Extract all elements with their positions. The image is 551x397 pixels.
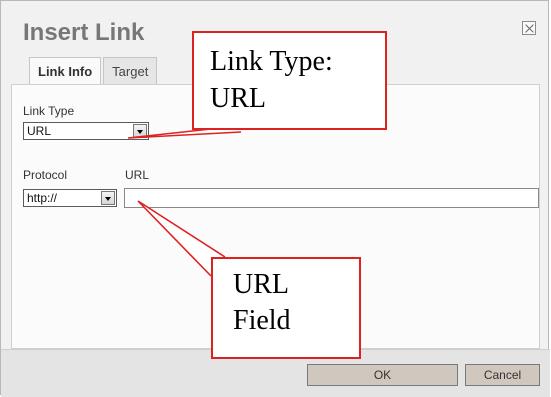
ok-button[interactable]: OK: [307, 364, 458, 386]
link-type-callout-text: Link Type: URL: [210, 46, 333, 114]
chevron-down-icon[interactable]: [101, 191, 115, 205]
protocol-value: http://: [27, 191, 58, 205]
link-type-value: URL: [27, 124, 52, 138]
chevron-down-icon[interactable]: [133, 124, 147, 138]
protocol-select[interactable]: http://: [23, 189, 117, 207]
cancel-button[interactable]: Cancel: [465, 364, 540, 386]
link-type-label: Link Type: [23, 104, 75, 118]
url-field-callout-text: URL Field: [233, 269, 291, 336]
tab-target[interactable]: Target: [103, 57, 158, 85]
link-type-callout: Link Type: URL: [192, 31, 387, 130]
close-icon[interactable]: [522, 21, 536, 35]
tab-link-info[interactable]: Link Info: [29, 57, 102, 85]
url-input[interactable]: [124, 188, 539, 208]
dialog-title: Insert Link: [23, 19, 145, 46]
protocol-label: Protocol: [23, 168, 68, 182]
dialog-tabs: Link Info Target: [29, 57, 159, 85]
url-field-callout: URL Field: [211, 257, 361, 359]
link-type-select[interactable]: URL: [23, 122, 149, 140]
url-label: URL: [125, 168, 150, 182]
